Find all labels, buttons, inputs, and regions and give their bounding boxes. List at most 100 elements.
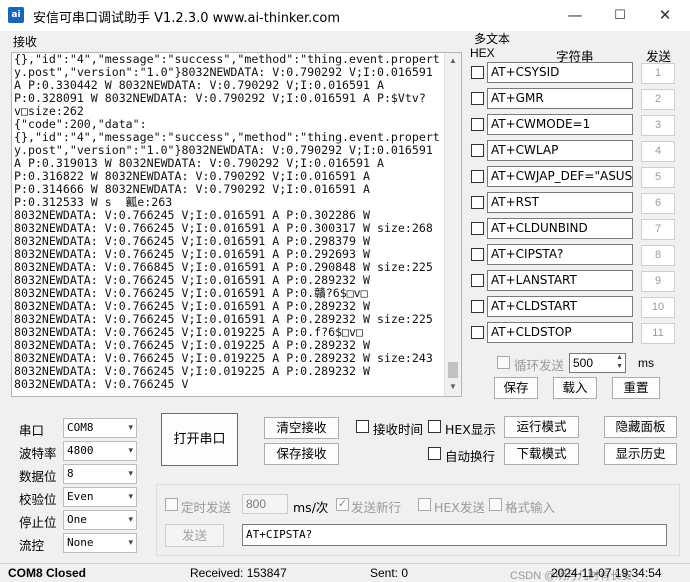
multitext-command-input[interactable]: AT+CLDUNBIND	[487, 218, 633, 239]
close-button[interactable]: ✕	[642, 0, 688, 31]
multitext-hex-checkbox[interactable]	[471, 248, 484, 261]
download-mode-button[interactable]: 下载模式	[504, 443, 579, 465]
auto-wrap-checkbox[interactable]	[428, 447, 441, 460]
multitext-hex-checkbox[interactable]	[471, 92, 484, 105]
stopbits-label: 停止位	[19, 515, 57, 530]
receive-log-text: {},"id":"4","message":"success","method"…	[14, 53, 440, 391]
baud-select[interactable]: 4800 ▾	[63, 441, 137, 461]
multitext-send-button[interactable]: 5	[641, 167, 675, 188]
multitext-command-input[interactable]: AT+CIPSTA?	[487, 244, 633, 265]
multitext-hex-checkbox[interactable]	[471, 222, 484, 235]
send-button[interactable]: 发送	[165, 524, 224, 547]
multitext-command-input[interactable]: AT+CLDSTOP	[487, 322, 633, 343]
receive-time-label: 接收时间	[373, 422, 424, 437]
load-multitext-button[interactable]: 载入	[553, 377, 597, 399]
multitext-command-input[interactable]: AT+LANSTART	[487, 270, 633, 291]
multitext-command-input[interactable]: AT+CSYSID	[487, 62, 633, 83]
format-input-checkbox[interactable]	[489, 498, 502, 511]
multitext-send-button[interactable]: 9	[641, 271, 675, 292]
parity-select[interactable]: Even ▾	[63, 487, 137, 507]
multitext-hex-checkbox[interactable]	[471, 66, 484, 79]
receive-scrollbar[interactable]: ▲ ▼	[444, 53, 461, 396]
clear-receive-button[interactable]: 清空接收	[264, 417, 339, 439]
show-history-button[interactable]: 显示历史	[604, 443, 677, 465]
databits-label: 数据位	[19, 469, 57, 484]
multitext-send-button[interactable]: 10	[641, 297, 675, 318]
multitext-send-button[interactable]: 4	[641, 141, 675, 162]
multitext-send-button[interactable]: 11	[641, 323, 675, 344]
multitext-hex-checkbox[interactable]	[471, 170, 484, 183]
stopbits-select[interactable]: One ▾	[63, 510, 137, 530]
scroll-up-icon[interactable]: ▲	[445, 53, 461, 69]
port-value: COM8	[67, 421, 94, 434]
hex-send-label: HEX发送	[434, 500, 485, 515]
parity-value: Even	[67, 490, 94, 503]
multitext-command-input[interactable]: AT+CWJAP_DEF="ASUS",	[487, 166, 633, 187]
sent-count: Sent: 0	[370, 566, 409, 580]
chevron-down-icon: ▾	[128, 538, 133, 548]
hex-display-checkbox[interactable]	[428, 420, 441, 433]
loop-unit-label: ms	[638, 356, 654, 370]
save-receive-button[interactable]: 保存接收	[264, 443, 339, 465]
multitext-send-button[interactable]: 1	[641, 63, 675, 84]
run-mode-button[interactable]: 运行模式	[504, 416, 579, 438]
open-port-button[interactable]: 打开串口	[161, 413, 238, 466]
minimize-button[interactable]: —	[552, 0, 598, 31]
multitext-hex-checkbox[interactable]	[471, 196, 484, 209]
multitext-hex-checkbox[interactable]	[471, 326, 484, 339]
timed-send-checkbox[interactable]	[165, 498, 178, 511]
hide-panel-button[interactable]: 隐藏面板	[604, 416, 677, 438]
multitext-send-button[interactable]: 3	[641, 115, 675, 136]
multitext-command-input[interactable]: AT+GMR	[487, 88, 633, 109]
multitext-send-button[interactable]: 7	[641, 219, 675, 240]
loop-interval-input[interactable]: 500 ▲ ▼	[569, 353, 626, 373]
multitext-send-button[interactable]: 2	[641, 89, 675, 110]
send-newline-checkbox[interactable]: ✓	[336, 498, 349, 511]
chevron-down-icon: ▾	[128, 492, 133, 502]
auto-wrap-label: 自动换行	[445, 449, 496, 464]
scroll-down-icon[interactable]: ▼	[445, 379, 461, 395]
hex-display-label: HEX显示	[445, 422, 496, 437]
maximize-button[interactable]: ☐	[597, 0, 643, 31]
multitext-command-input[interactable]: AT+RST	[487, 192, 633, 213]
flow-select[interactable]: None ▾	[63, 533, 137, 553]
port-select[interactable]: COM8 ▾	[63, 418, 137, 438]
multitext-send-button[interactable]: 8	[641, 245, 675, 266]
receive-time-checkbox[interactable]	[356, 420, 369, 433]
port-label: 串口	[19, 423, 45, 438]
multitext-command-input[interactable]: AT+CLDSTART	[487, 296, 633, 317]
send-input[interactable]: AT+CIPSTA?	[242, 524, 667, 546]
reset-multitext-button[interactable]: 重置	[612, 377, 660, 399]
flow-label: 流控	[19, 538, 45, 553]
chevron-down-icon: ▾	[128, 423, 133, 433]
multitext-command-input[interactable]: AT+CWLAP	[487, 140, 633, 161]
save-multitext-button[interactable]: 保存	[494, 377, 538, 399]
multitext-send-button[interactable]: 6	[641, 193, 675, 214]
interval-unit-label: ms/次	[293, 500, 329, 515]
loop-send-checkbox[interactable]	[497, 356, 510, 369]
spinner-down-icon[interactable]: ▼	[616, 363, 623, 371]
receive-group-label: 接收	[13, 35, 38, 49]
multitext-hex-checkbox[interactable]	[471, 144, 484, 157]
timed-interval-input[interactable]: 800	[242, 494, 288, 514]
spinner-up-icon[interactable]: ▲	[616, 354, 623, 362]
multitext-hex-checkbox[interactable]	[471, 300, 484, 313]
parity-label: 校验位	[19, 492, 57, 507]
baud-value: 4800	[67, 444, 94, 457]
loop-send-label: 循环发送	[514, 358, 565, 373]
timed-send-label: 定时发送	[181, 500, 232, 515]
app-logo-icon: ai	[8, 7, 24, 23]
status-bar: COM8 Closed Received: 153847 Sent: 0 CSD…	[0, 563, 690, 582]
multitext-command-input[interactable]: AT+CWMODE=1	[487, 114, 633, 135]
hex-column-header: HEX	[470, 46, 495, 60]
scroll-thumb[interactable]	[448, 362, 458, 378]
format-input-label: 格式输入	[505, 500, 556, 515]
send-newline-label: 发送新行	[351, 500, 402, 515]
receive-textarea[interactable]: {},"id":"4","message":"success","method"…	[11, 52, 462, 397]
hex-send-checkbox[interactable]	[418, 498, 431, 511]
databits-select[interactable]: 8 ▾	[63, 464, 137, 484]
port-status: COM8 Closed	[8, 566, 87, 580]
multitext-hex-checkbox[interactable]	[471, 274, 484, 287]
baud-label: 波特率	[19, 446, 57, 461]
multitext-hex-checkbox[interactable]	[471, 118, 484, 131]
